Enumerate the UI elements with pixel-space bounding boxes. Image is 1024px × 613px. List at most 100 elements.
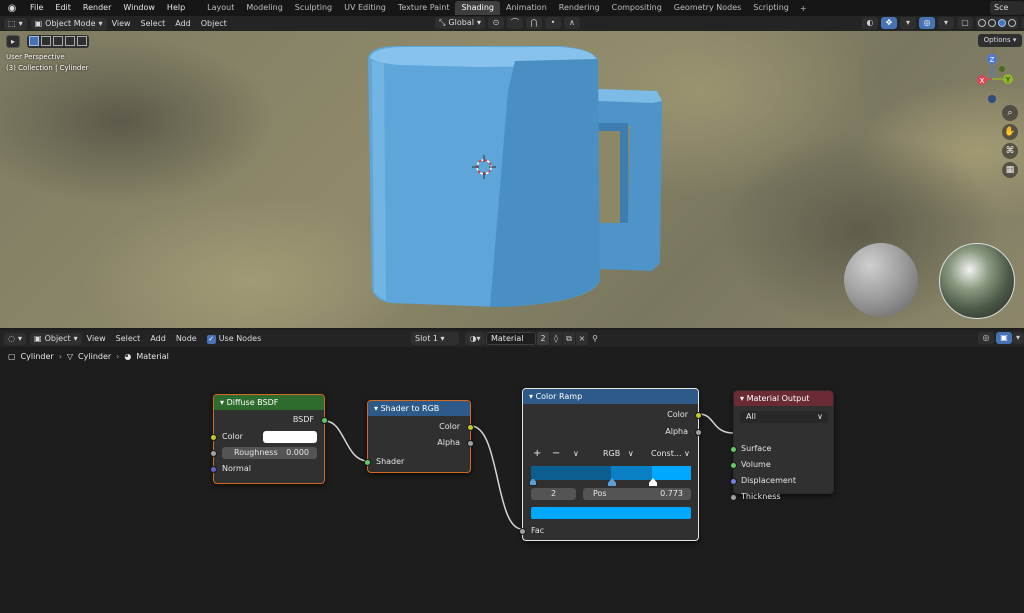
add-stop-button[interactable]: + [533,448,541,459]
node-header[interactable]: ▾ Diffuse BSDF [214,395,324,410]
ne-menu-add[interactable]: Add [145,334,171,343]
ramp-menu-button[interactable]: ∨ [573,449,579,458]
navigation-gizmo[interactable]: Z X Y [972,53,1016,113]
pin-icon[interactable]: ⚲ [589,332,601,345]
color-swatch[interactable] [263,431,317,443]
vp-menu-view[interactable]: View [107,19,136,28]
thickness-input-socket[interactable] [730,494,737,501]
overlay-toggle-icon[interactable]: ◎ [919,17,935,29]
node-header[interactable]: ▾ Shader to RGB [368,401,470,416]
tab-layout[interactable]: Layout [201,1,240,15]
duplicate-material-icon[interactable]: ⧉ [563,332,575,345]
use-nodes-checkbox[interactable]: ✓ Use Nodes [202,334,267,344]
stop-index-field[interactable]: 2 [531,488,576,500]
color-mode-dropdown[interactable]: RGB ∨ [603,449,634,458]
gizmo-dropdown-icon[interactable]: ▾ [900,17,916,29]
ramp-alpha-output-socket[interactable] [695,429,702,436]
tab-scripting[interactable]: Scripting [747,1,795,15]
mode-dropdown[interactable]: ▣ Object Mode ▾ [30,17,107,30]
ramp-color-output-socket[interactable] [695,412,702,419]
tab-modeling[interactable]: Modeling [240,1,288,15]
color-ramp-node[interactable]: ▾ Color Ramp Color Alpha + − ∨ RGB ∨ Con… [519,388,702,541]
fake-user-shield-icon[interactable]: ◊ [550,332,562,345]
ne-menu-select[interactable]: Select [111,334,146,343]
overlay-node-icon[interactable]: ◎ [978,332,994,344]
menu-help[interactable]: Help [161,0,191,16]
tab-shading[interactable]: Shading [455,1,500,15]
roughness-input-socket[interactable] [210,450,217,457]
material-output-node[interactable]: ▾ Material Output All ∨ Surface Volume Di… [730,390,834,501]
proportional-edit-icon[interactable]: • [544,17,561,29]
editor-type-button[interactable]: ⬚ ▾ [4,17,27,30]
camera-icon[interactable]: ⌘ [1002,143,1018,159]
tab-rendering[interactable]: Rendering [553,1,606,15]
tab-texture-paint[interactable]: Texture Paint [392,1,456,15]
alpha-output-socket[interactable] [467,440,474,447]
solid-shading-icon[interactable] [988,19,996,27]
node-header[interactable]: ▾ Material Output [734,391,833,406]
diffuse-bsdf-node[interactable]: ▾ Diffuse BSDF BSDF Color Roughness 0.00… [210,394,328,484]
slot-dropdown[interactable]: Slot 1 ▾ [411,332,459,345]
xray-icon[interactable]: ▢ [957,17,973,29]
node-canvas[interactable] [0,347,1024,613]
shader-to-rgb-node[interactable]: ▾ Shader to RGB Color Alpha Shader [364,400,474,473]
menu-edit[interactable]: Edit [49,0,77,16]
grid-view-icon[interactable]: ▦ [1002,162,1018,178]
tab-sculpting[interactable]: Sculpting [289,1,338,15]
pan-hand-icon[interactable]: ✋ [1002,124,1018,140]
scene-selector[interactable]: Sce [990,1,1024,15]
vp-menu-select[interactable]: Select [136,19,171,28]
pivot-icon[interactable]: ⊙ [487,17,504,29]
bsdf-output-socket[interactable] [321,417,328,424]
menu-window[interactable]: Window [117,0,161,16]
magnet-icon[interactable]: ⋂ [525,17,542,29]
3d-viewport[interactable]: ▸ User Perspective (3) Collection | Cyli… [0,31,1024,328]
menu-file[interactable]: File [24,0,49,16]
tab-compositing[interactable]: Compositing [606,1,668,15]
node-gizmo-icon[interactable]: ▣ [996,332,1012,344]
material-name-field[interactable]: Material [486,332,536,345]
fac-input-socket[interactable] [519,528,526,535]
snap-icon[interactable]: ⌒ [506,17,523,29]
tab-geometry-nodes[interactable]: Geometry Nodes [668,1,747,15]
ne-menu-node[interactable]: Node [171,334,202,343]
color-input-socket[interactable] [210,434,217,441]
material-preview-icon[interactable] [998,19,1006,27]
remove-stop-button[interactable]: − [552,448,560,459]
node-dropdown-icon[interactable]: ▾ [1012,332,1024,344]
rendered-shading-icon[interactable] [1008,19,1016,27]
wireframe-shading-icon[interactable] [978,19,986,27]
color-output-socket[interactable] [467,424,474,431]
volume-input-socket[interactable] [730,462,737,469]
interpolation-dropdown[interactable]: Const... ∨ [651,449,690,458]
shader-type-dropdown[interactable]: ▣ Object ▾ [30,332,82,345]
orientation-dropdown[interactable]: ⤡ Global ▾ [435,17,485,29]
target-dropdown[interactable]: All ∨ [740,411,828,423]
tab-uv-editing[interactable]: UV Editing [338,1,392,15]
color-ramp-bar[interactable] [531,466,691,480]
vp-menu-add[interactable]: Add [170,19,196,28]
add-workspace-button[interactable]: + [795,4,812,13]
normal-input-socket[interactable] [210,466,217,473]
visibility-icon[interactable]: ◐ [862,17,878,29]
unlink-material-icon[interactable]: × [576,332,588,345]
pos-field[interactable]: Pos 0.773 [583,488,691,500]
material-browse-icon[interactable]: ◑▾ [465,332,485,345]
ne-menu-view[interactable]: View [82,334,111,343]
node-header[interactable]: ▾ Color Ramp [523,389,698,404]
tab-animation[interactable]: Animation [500,1,553,15]
stop-color-swatch[interactable] [531,507,691,519]
falloff-icon[interactable]: ∧ [563,17,580,29]
menu-render[interactable]: Render [77,0,117,16]
surface-input-socket[interactable] [730,446,737,453]
overlay-dropdown-icon[interactable]: ▾ [938,17,954,29]
zoom-icon[interactable]: ⌕ [1002,105,1018,121]
blender-logo-icon[interactable]: ◉ [0,3,24,14]
node-editor-type-button[interactable]: ◌ ▾ [4,332,26,345]
gizmo-toggle-icon[interactable]: ✥ [881,17,897,29]
displacement-input-socket[interactable] [730,478,737,485]
shader-input-socket[interactable] [364,459,371,466]
roughness-field[interactable]: Roughness 0.000 [222,447,317,459]
vp-menu-object[interactable]: Object [196,19,232,28]
material-user-count[interactable]: 2 [537,332,549,345]
